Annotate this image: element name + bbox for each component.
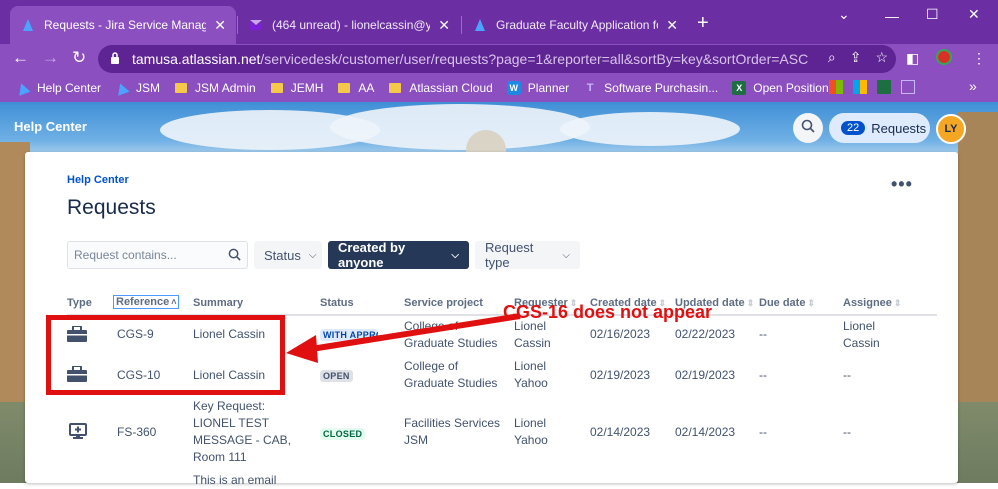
annotation-text: CGS-16 does not appear	[503, 302, 713, 322]
annotation-arrow	[286, 313, 521, 363]
